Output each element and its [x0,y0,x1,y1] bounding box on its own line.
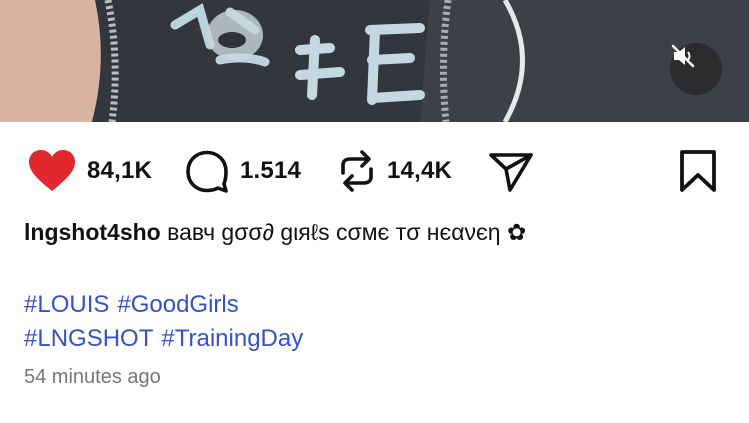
video-preview[interactable] [0,0,749,122]
hashtag-link[interactable]: #LNGSHOT [24,325,153,352]
share-button[interactable] [488,148,534,194]
repost-icon [337,149,377,193]
bookmark-icon [679,149,717,193]
repost-count: 14,4K [387,157,453,184]
send-icon [488,149,534,193]
save-button[interactable] [679,148,717,194]
hashtag-link[interactable]: #LOUIS [24,291,109,318]
hashtag-link[interactable]: #TrainingDay [161,325,303,352]
repost-button[interactable]: 14,4K [337,148,452,194]
post-timestamp: 54 minutes ago [24,366,161,388]
post-caption: lngshot4sho вавч gσσ∂ gιяℓѕ cσмє тσ нєαν… [24,219,526,246]
comment-count: 1.514 [240,157,302,184]
heart-icon [27,149,77,193]
caption-text: вавч gσσ∂ gιяℓѕ cσмє тσ нєανєη ✿ [167,219,527,245]
hashtag-link[interactable]: #GoodGirls [117,291,238,318]
hashtag-list: #LOUIS #GoodGirls #LNGSHOT #TrainingDay [24,288,311,356]
video-frame [0,0,749,122]
hashtag-line: #LOUIS #GoodGirls [24,288,311,322]
like-count: 84,1K [87,157,153,184]
action-bar: 84,1K 1.514 14,4K [0,148,749,194]
mute-toggle-button[interactable] [670,43,722,95]
username-link[interactable]: lngshot4sho [24,219,161,245]
comment-button[interactable]: 1.514 [184,148,301,194]
like-button[interactable]: 84,1K [27,148,152,194]
hashtag-line: #LNGSHOT #TrainingDay [24,322,311,356]
comment-icon [184,149,230,193]
